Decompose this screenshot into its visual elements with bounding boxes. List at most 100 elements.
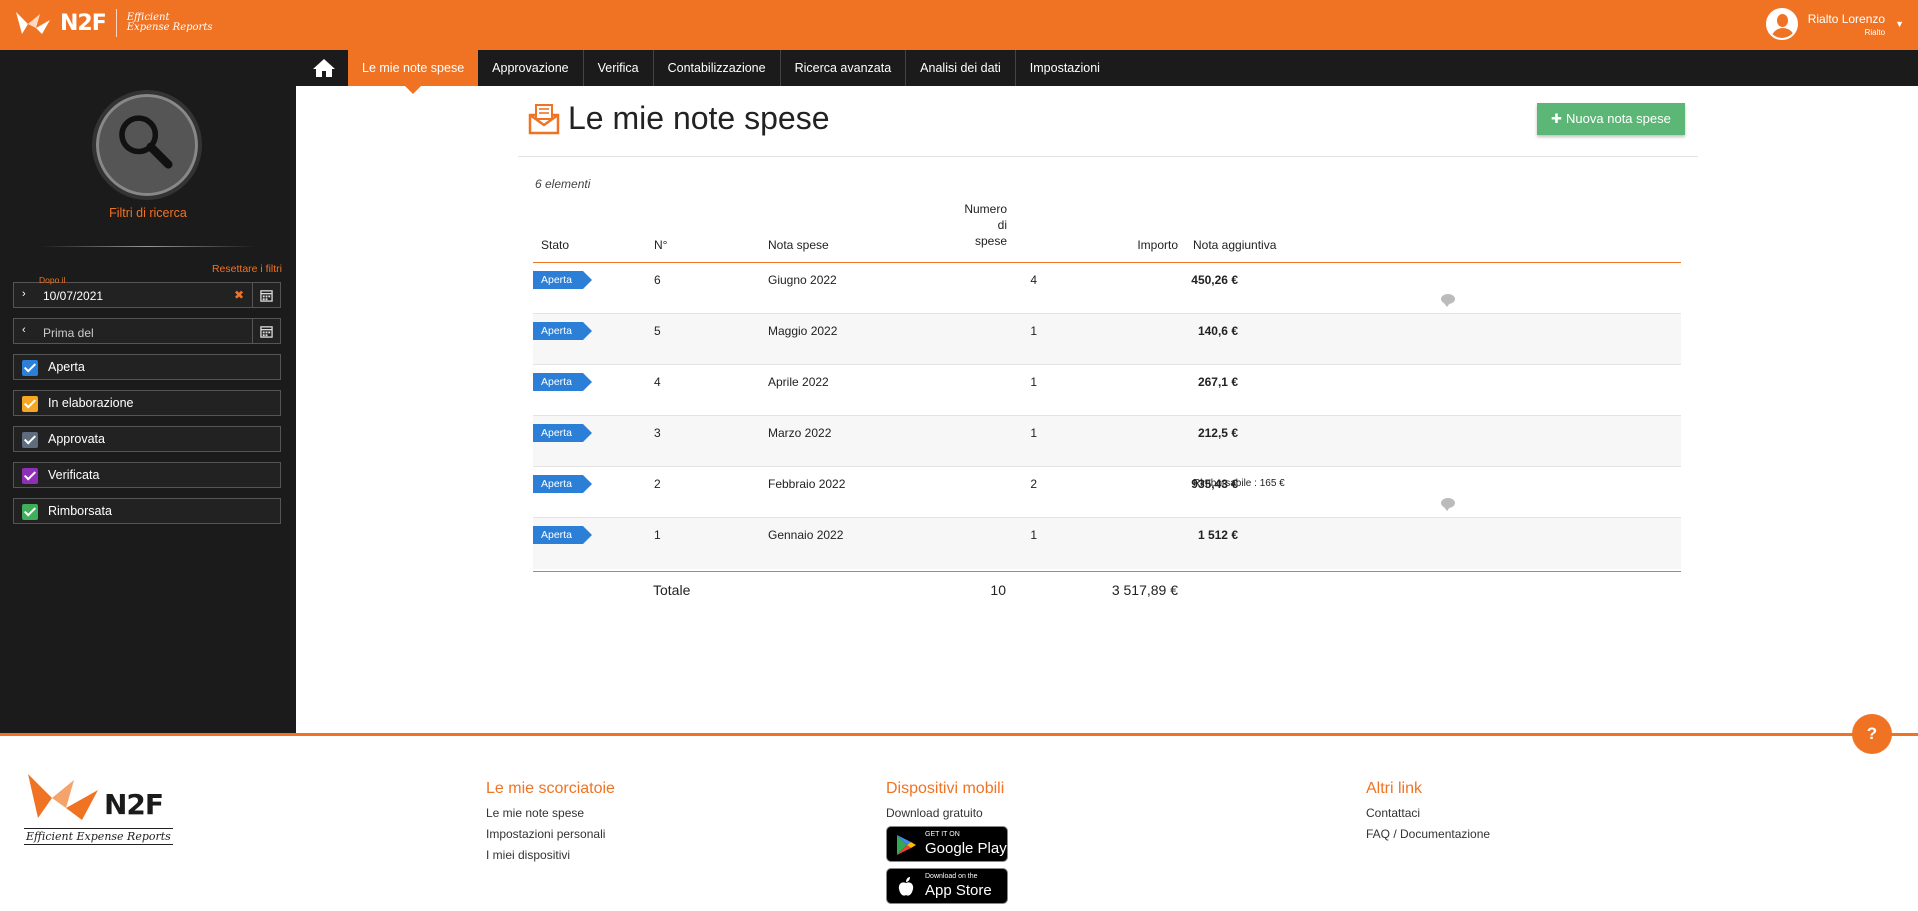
app-store-badge[interactable]: Download on the App Store [886,868,1008,904]
new-expense-report-button[interactable]: ✚ Nuova nota spese [1537,103,1685,135]
status-badge: Aperta [533,475,592,493]
avatar [1765,8,1798,40]
user-menu[interactable]: Rialto Lorenzo Rialto ▼ [1765,8,1904,40]
comment-icon[interactable] [1441,498,1455,511]
after-date-filter: › Dopo il 10/07/2021 ✖ [13,275,281,308]
footer-logo-tagline: Efficient Expense Reports [24,828,173,845]
footer-link-impostazioni[interactable]: Impostazioni personali [486,827,615,841]
checkbox-checked-icon[interactable] [22,504,38,520]
status-badge: Aperta [533,373,592,391]
total-label: Totale [653,582,691,598]
checkbox-checked-icon[interactable] [22,360,38,376]
after-date-label: Dopo il [39,275,66,285]
table-row[interactable]: Aperta 5 Maggio 2022 1 140,6 € [533,314,1681,365]
top-header: N2F Efficient Expense Reports Rialto Lor… [0,0,1918,50]
column-header-importo[interactable]: Importo [1090,238,1178,252]
google-play-icon [897,835,916,855]
clear-icon[interactable]: ✖ [234,288,244,302]
checkbox-checked-icon[interactable] [22,396,38,412]
column-header-nota-aggiuntiva[interactable]: Nota aggiuntiva [1193,238,1276,252]
footer-logo: N2F Efficient Expense Reports [24,768,176,848]
logo-bird-icon [16,12,50,34]
footer-link-faq[interactable]: FAQ / Documentazione [1366,827,1490,841]
additional-note: Rimborsabile : 165 € [1193,478,1285,489]
footer-shortcuts-title: Le mie scorciatoie [486,780,615,797]
magnifier-icon [92,90,202,200]
nav-tabs: Le mie note spese Approvazione Verifica … [348,50,1114,94]
table-row[interactable]: Aperta 3 Marzo 2022 1 212,5 € [533,416,1681,467]
table-row[interactable]: Aperta 6 Giugno 2022 4 450,26 € [533,263,1681,314]
page-title: Le mie note spese [568,100,830,136]
help-button[interactable]: ? [1852,714,1892,754]
after-date-input[interactable]: › Dopo il 10/07/2021 ✖ [13,275,253,308]
table-row[interactable]: Aperta 1 Gennaio 2022 1 1 512 € [533,518,1681,569]
table-row[interactable]: Aperta 2 Febbraio 2022 2 935,43 € Rimbor… [533,467,1681,518]
table-row[interactable]: Aperta 4 Aprile 2022 1 267,1 € [533,365,1681,416]
comment-icon[interactable] [1441,294,1455,307]
footer-link-note-spese[interactable]: Le mie note spese [486,806,615,820]
google-play-badge[interactable]: GET IT ON Google Play [886,826,1008,862]
footer-mobile-title: Dispositivi mobili [886,780,1005,797]
footer-links-title: Altri link [1366,780,1423,797]
tab-impostazioni[interactable]: Impostazioni [1016,50,1114,86]
footer-link-dispositivi[interactable]: I miei dispositivi [486,848,615,862]
footer-other-links: Altri link Contattaci FAQ / Documentazio… [1366,780,1490,848]
calendar-icon[interactable] [253,318,281,344]
checkbox-checked-icon[interactable] [22,468,38,484]
footer-logo-wordmark: N2F [104,788,164,821]
status-badge: Aperta [533,322,592,340]
after-date-value: 10/07/2021 [43,289,104,303]
status-badge: Aperta [533,424,592,442]
home-icon[interactable] [312,58,336,78]
chevron-down-icon: ▼ [1895,19,1904,29]
chevron-left-icon: ‹ [22,324,26,336]
app-logo[interactable]: N2F Efficient Expense Reports [14,8,212,38]
status-filter-verificata[interactable]: Verificata [13,462,281,488]
footer-shortcuts: Le mie scorciatoie Le mie note spese Imp… [486,780,615,869]
status-filter-rimborsata[interactable]: Rimborsata [13,498,281,524]
total-amount: 3 517,89 € [1111,582,1178,598]
status-filter-approvata[interactable]: Approvata [13,426,281,452]
page-header: Le mie note spese [528,100,830,137]
tab-verifica[interactable]: Verifica [584,50,654,86]
before-date-input[interactable]: ‹ Prima del [13,318,253,344]
logo-wordmark: N2F [60,10,107,36]
chevron-right-icon: › [22,288,26,300]
divider [40,246,256,247]
status-filter-in-elaborazione[interactable]: In elaborazione [13,390,281,416]
footer-mobile: Dispositivi mobili Download gratuito GET… [886,780,1008,904]
main-nav: Le mie note spese Approvazione Verifica … [0,50,1918,94]
column-header-n[interactable]: N° [654,238,667,252]
total-count: 10 [990,582,1006,598]
logo-tagline: Efficient Expense Reports [126,12,213,33]
status-badge: Aperta [533,271,592,289]
column-header-numero-spese[interactable]: Numero di spese [940,201,1007,249]
footer-download-label: Download gratuito [886,806,983,820]
tab-contabilizzazione[interactable]: Contabilizzazione [654,50,781,86]
filter-title: Filtri di ricerca [109,206,187,220]
filter-sidebar: Filtri di ricerca Resettare i filtri › D… [0,86,296,733]
before-date-filter: ‹ Prima del [13,318,281,344]
calendar-icon[interactable] [253,282,281,308]
column-header-stato[interactable]: Stato [541,238,569,252]
expense-report-icon [528,103,560,134]
status-badge: Aperta [533,526,592,544]
column-header-nota-spese[interactable]: Nota spese [768,238,829,252]
footer-link-contattaci[interactable]: Contattaci [1366,806,1490,820]
tab-approvazione[interactable]: Approvazione [478,50,584,86]
divider [518,156,1698,157]
tab-ricerca-avanzata[interactable]: Ricerca avanzata [781,50,907,86]
checkbox-checked-icon[interactable] [22,432,38,448]
plus-icon: ✚ [1551,111,1563,126]
before-date-placeholder: Prima del [43,326,94,340]
status-filter-aperta[interactable]: Aperta [13,354,281,380]
apple-icon [898,877,914,896]
user-name: Rialto Lorenzo [1807,11,1886,26]
footer-divider [0,733,1918,736]
logo-bird-icon [28,774,98,820]
tab-le-mie-note-spese[interactable]: Le mie note spese [348,50,479,94]
items-count: 6 elementi [535,177,591,191]
tab-analisi-dei-dati[interactable]: Analisi dei dati [906,50,1016,86]
reset-filters-link[interactable]: Resettare i filtri [212,263,282,275]
user-company: Rialto [1864,27,1886,37]
